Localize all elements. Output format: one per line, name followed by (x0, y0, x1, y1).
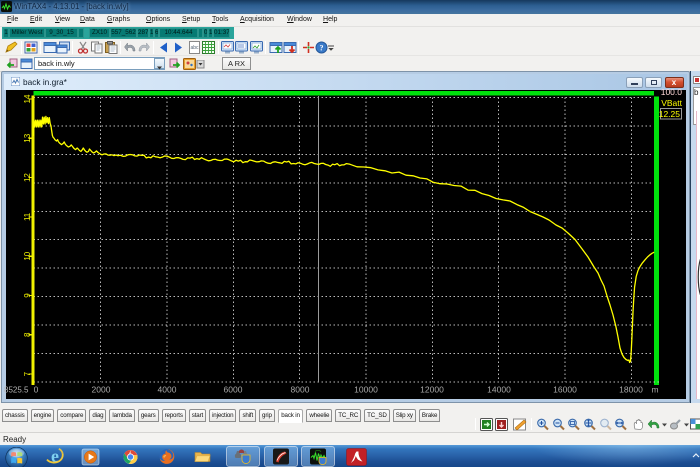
svg-text:13: 13 (23, 133, 32, 142)
svg-text:7: 7 (23, 371, 32, 376)
svg-text:8525.5: 8525.5 (4, 386, 29, 395)
svg-text:2000: 2000 (92, 385, 111, 395)
svg-text:4000: 4000 (158, 385, 177, 395)
svg-text:12: 12 (23, 173, 32, 182)
svg-text:16000: 16000 (553, 385, 577, 395)
svg-text:12000: 12000 (420, 385, 444, 395)
svg-text:18000: 18000 (619, 385, 643, 395)
svg-text:8000: 8000 (291, 385, 310, 395)
svg-text:9: 9 (23, 293, 32, 298)
svg-text:m: m (651, 385, 658, 395)
svg-text:14: 14 (23, 94, 32, 103)
svg-text:100.0: 100.0 (661, 87, 683, 97)
svg-text:VBatt: VBatt (661, 98, 682, 108)
svg-text:0: 0 (34, 385, 39, 395)
svg-text:6000: 6000 (224, 385, 243, 395)
svg-text:12.25: 12.25 (659, 109, 681, 119)
svg-text:11: 11 (23, 212, 32, 221)
svg-text:8: 8 (23, 332, 32, 337)
svg-text:10000: 10000 (354, 385, 378, 395)
svg-text:10: 10 (23, 251, 32, 260)
svg-text:14000: 14000 (487, 385, 511, 395)
